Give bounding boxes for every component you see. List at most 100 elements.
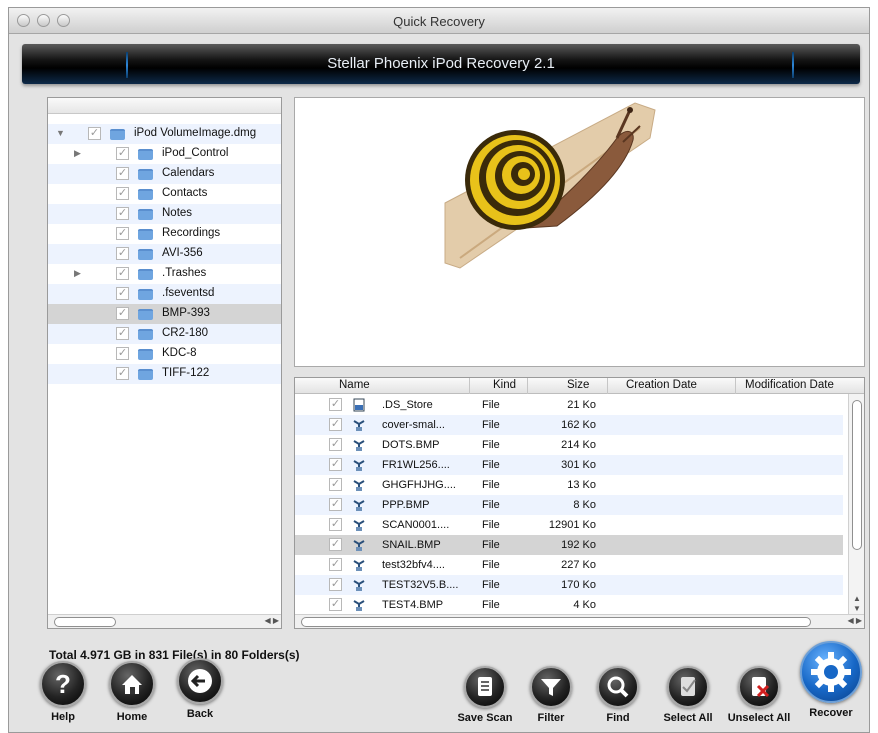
tree-scroll-thumb[interactable]: [54, 617, 116, 627]
file-name: SCAN0001....: [382, 519, 450, 531]
file-row[interactable]: ✓ DOTS.BMP File 214 Ko: [295, 435, 843, 455]
file-row[interactable]: ✓ .DS_Store File 21 Ko: [295, 395, 843, 415]
tree-item-checkbox[interactable]: ✓: [116, 247, 129, 260]
folder-icon: [138, 369, 153, 380]
file-hscroll-thumb[interactable]: [301, 617, 811, 627]
file-row[interactable]: ✓ TEST4.BMP File 4 Ko: [295, 595, 843, 615]
back-arrow-icon: [177, 658, 223, 704]
tree-item-checkbox[interactable]: ✓: [116, 267, 129, 280]
file-checkbox[interactable]: ✓: [329, 558, 342, 571]
tree-item[interactable]: ✓ AVI-356: [48, 244, 281, 264]
file-checkbox[interactable]: ✓: [329, 578, 342, 591]
file-size: 162 Ko: [561, 419, 596, 431]
image-icon: [353, 458, 365, 472]
tree-item[interactable]: ✓ KDC-8: [48, 344, 281, 364]
file-checkbox[interactable]: ✓: [329, 538, 342, 551]
file-vertical-scrollbar[interactable]: ▲ ▼: [848, 394, 864, 616]
file-size: 170 Ko: [561, 579, 596, 591]
tree-item[interactable]: ✓ Contacts: [48, 184, 281, 204]
file-checkbox[interactable]: ✓: [329, 518, 342, 531]
file-kind: File: [482, 459, 500, 471]
help-button[interactable]: ? Help: [35, 661, 91, 723]
folder-icon: [138, 249, 153, 260]
file-hscroll-arrows[interactable]: ◀ ▶: [847, 616, 862, 625]
file-list[interactable]: Name Kind Size Creation Date Modificatio…: [294, 377, 865, 629]
tree-item-checkbox[interactable]: ✓: [116, 187, 129, 200]
tree-item[interactable]: ▶ ✓ iPod_Control: [48, 144, 281, 164]
file-row[interactable]: ✓ SNAIL.BMP File 192 Ko: [295, 535, 843, 555]
tree-item-checkbox[interactable]: ✓: [116, 287, 129, 300]
file-checkbox[interactable]: ✓: [329, 458, 342, 471]
tree-item[interactable]: ✓ .fseventsd: [48, 284, 281, 304]
file-name: SNAIL.BMP: [382, 539, 441, 551]
disclosure-closed-icon[interactable]: ▶: [74, 268, 84, 279]
home-icon: [109, 661, 155, 707]
file-kind: File: [482, 399, 500, 411]
folder-tree[interactable]: ▼ ✓ iPod VolumeImage.dmg ▶ ✓ iPod_Control ✓ Cal…: [47, 97, 282, 629]
tree-item-checkbox[interactable]: ✓: [116, 147, 129, 160]
filter-button[interactable]: Filter: [524, 666, 578, 724]
column-modification-date[interactable]: Modification Date: [745, 379, 834, 391]
tree-item[interactable]: ▼ ✓ iPod VolumeImage.dmg: [48, 124, 281, 144]
file-row[interactable]: ✓ GHGFHJHG.... File 13 Ko: [295, 475, 843, 495]
file-row[interactable]: ✓ PPP.BMP File 8 Ko: [295, 495, 843, 515]
folder-icon: [138, 329, 153, 340]
save-scan-icon: [464, 666, 506, 708]
file-scroll-thumb[interactable]: [852, 400, 862, 550]
file-scroll-arrows[interactable]: ▲ ▼: [853, 594, 861, 614]
recover-button[interactable]: Recover: [799, 641, 863, 719]
tree-horizontal-scrollbar[interactable]: ◀ ▶: [48, 614, 281, 628]
file-row[interactable]: ✓ cover-smal... File 162 Ko: [295, 415, 843, 435]
tree-item-checkbox[interactable]: ✓: [116, 327, 129, 340]
save-scan-button[interactable]: Save Scan: [453, 666, 517, 724]
column-size[interactable]: Size: [567, 379, 589, 391]
disclosure-open-icon[interactable]: ▼: [56, 128, 66, 138]
folder-icon: [138, 349, 153, 360]
tree-item-checkbox[interactable]: ✓: [116, 367, 129, 380]
tree-item[interactable]: ▶ ✓ .Trashes: [48, 264, 281, 284]
file-checkbox[interactable]: ✓: [329, 478, 342, 491]
file-kind: File: [482, 579, 500, 591]
file-row[interactable]: ✓ SCAN0001.... File 12901 Ko: [295, 515, 843, 535]
file-checkbox[interactable]: ✓: [329, 498, 342, 511]
file-checkbox[interactable]: ✓: [329, 598, 342, 611]
home-button[interactable]: Home: [104, 661, 160, 723]
file-size: 21 Ko: [567, 399, 596, 411]
unselect-all-button[interactable]: Unselect All: [721, 666, 797, 724]
find-button[interactable]: Find: [591, 666, 645, 724]
tree-item-checkbox[interactable]: ✓: [88, 127, 101, 140]
tree-item-checkbox[interactable]: ✓: [116, 347, 129, 360]
column-creation-date[interactable]: Creation Date: [626, 379, 697, 391]
file-row[interactable]: ✓ test32bfv4.... File 227 Ko: [295, 555, 843, 575]
file-kind: File: [482, 599, 500, 611]
tree-scroll-arrows[interactable]: ◀ ▶: [264, 616, 279, 625]
file-checkbox[interactable]: ✓: [329, 438, 342, 451]
tree-item[interactable]: ✓ Notes: [48, 204, 281, 224]
file-horizontal-scrollbar[interactable]: ◀ ▶: [295, 614, 864, 628]
tree-item[interactable]: ✓ BMP-393: [48, 304, 281, 324]
tree-item-checkbox[interactable]: ✓: [116, 227, 129, 240]
back-button[interactable]: Back: [172, 658, 228, 720]
file-checkbox[interactable]: ✓: [329, 418, 342, 431]
file-list-header: Name Kind Size Creation Date Modificatio…: [295, 378, 864, 394]
folder-icon: [138, 289, 153, 300]
tree-item-label: BMP-393: [162, 307, 210, 319]
file-row[interactable]: ✓ FR1WL256.... File 301 Ko: [295, 455, 843, 475]
unselect-all-icon: [738, 666, 780, 708]
file-checkbox[interactable]: ✓: [329, 398, 342, 411]
select-all-button[interactable]: Select All: [657, 666, 719, 724]
tree-item[interactable]: ✓ Calendars: [48, 164, 281, 184]
tree-item-label: AVI-356: [162, 247, 203, 259]
tree-item-checkbox[interactable]: ✓: [116, 307, 129, 320]
column-name[interactable]: Name: [339, 379, 370, 391]
disclosure-closed-icon[interactable]: ▶: [74, 148, 84, 159]
file-row[interactable]: ✓ TEST32V5.B.... File 170 Ko: [295, 575, 843, 595]
tree-item[interactable]: ✓ Recordings: [48, 224, 281, 244]
column-kind[interactable]: Kind: [493, 379, 516, 391]
tree-item-checkbox[interactable]: ✓: [116, 207, 129, 220]
folder-icon: [138, 269, 153, 280]
tree-item[interactable]: ✓ TIFF-122: [48, 364, 281, 384]
tree-item-checkbox[interactable]: ✓: [116, 167, 129, 180]
file-kind: File: [482, 519, 500, 531]
tree-item[interactable]: ✓ CR2-180: [48, 324, 281, 344]
